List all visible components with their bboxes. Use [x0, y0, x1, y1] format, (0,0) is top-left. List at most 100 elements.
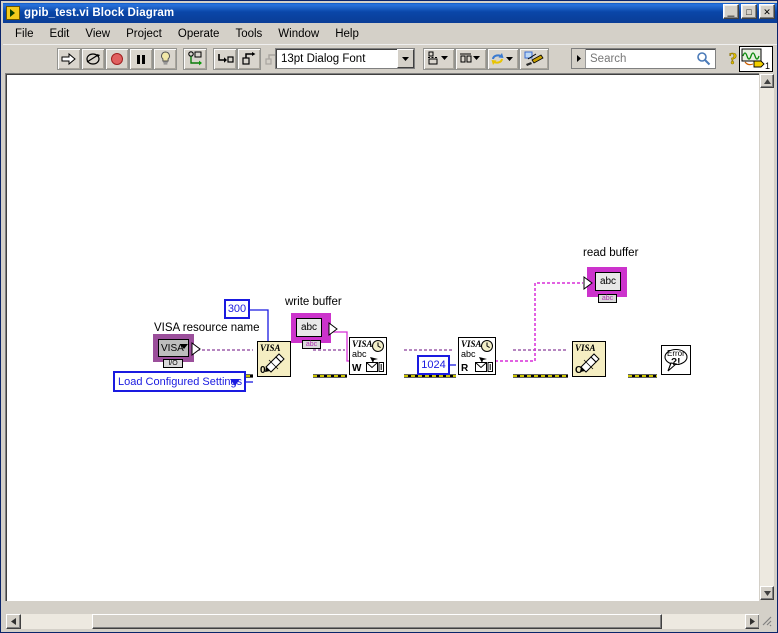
resize-grip-icon [762, 616, 772, 627]
chevron-right-icon [577, 55, 581, 62]
visa-read-title: VISA [461, 339, 482, 349]
font-selector[interactable]: 13pt Dialog Font [275, 48, 415, 69]
terminal-output-arrow-icon [328, 322, 338, 336]
search-box[interactable]: Search [571, 48, 716, 69]
pause-icon [137, 54, 145, 64]
visa-write-title: VISA [352, 339, 373, 349]
menu-file[interactable]: File [7, 26, 42, 42]
dropdown-arrow-icon[interactable] [180, 343, 188, 351]
visa-resource-name-label: VISA resource name [154, 322, 260, 334]
run-continuously-icon [85, 52, 100, 65]
read-buffer-indicator[interactable]: abc abc [583, 267, 629, 303]
visa-resource-type-label: I/O [163, 359, 183, 368]
read-buffer-terminal-value: abc [595, 272, 621, 291]
scroll-up-button[interactable] [760, 74, 774, 88]
retain-wire-values-icon [187, 51, 202, 66]
window-title: gpib_test.vi Block Diagram [24, 7, 175, 19]
resize-objects-button[interactable] [519, 47, 549, 70]
triangle-left-icon [11, 618, 16, 625]
run-button[interactable] [57, 47, 81, 70]
run-arrow-icon [61, 52, 76, 65]
magnifier-icon[interactable] [696, 51, 711, 66]
pause-button[interactable] [129, 47, 153, 70]
horizontal-scroll-thumb[interactable] [92, 614, 662, 629]
distribute-objects-icon [460, 53, 480, 63]
visa-configure-title: VISA [260, 343, 281, 353]
toolbar: 13pt Dialog Font Search ? 1 [3, 44, 777, 72]
vi-title-icon [6, 6, 20, 20]
enum-dropdown-arrow-icon[interactable] [230, 379, 240, 386]
step-into-icon [217, 53, 234, 63]
vi-icon-pane[interactable]: 1 [739, 46, 773, 72]
block-diagram-canvas[interactable]: VISA resource name write buffer read buf… [5, 73, 761, 601]
visa-configure-serial-port-vi[interactable]: VISA 0 [257, 341, 291, 377]
maximize-button[interactable]: □ [741, 4, 757, 19]
visa-write-sub: abc [352, 349, 367, 359]
vi-icon-number: 1 [764, 61, 770, 71]
timeout-constant[interactable]: 300 [224, 299, 250, 319]
visa-write-char: W [352, 363, 362, 374]
vertical-scrollbar[interactable] [759, 73, 775, 601]
init-mode-enum-constant[interactable]: Load Configured Settings [113, 371, 246, 392]
resize-objects-icon [524, 51, 544, 66]
menu-window[interactable]: Window [270, 26, 327, 42]
terminal-input-arrow-icon [583, 276, 593, 290]
triangle-up-icon [763, 78, 771, 84]
menu-edit[interactable]: Edit [42, 26, 78, 42]
scroll-left-button[interactable] [6, 614, 21, 629]
read-buffer-label: read buffer [583, 247, 639, 259]
search-input-placeholder[interactable]: Search [586, 53, 626, 65]
visa-read-char: R [461, 363, 469, 374]
run-continuously-button[interactable] [81, 47, 105, 70]
visa-read-sub: abc [461, 349, 476, 359]
menu-help[interactable]: Help [327, 26, 367, 42]
byte-count-constant[interactable]: 1024 [417, 355, 450, 375]
init-mode-enum-value: Load Configured Settings [118, 375, 243, 388]
menu-bar: File Edit View Project Operate Tools Win… [3, 23, 777, 44]
scroll-down-button[interactable] [760, 586, 774, 600]
close-button[interactable]: ✕ [759, 4, 775, 19]
visa-close-vi[interactable]: VISA C [572, 341, 606, 377]
font-dropdown-arrow[interactable] [397, 49, 414, 68]
retain-wire-values-button[interactable] [183, 47, 207, 70]
message-envelope-icon [366, 362, 384, 372]
window-controls: _ □ ✕ [723, 4, 775, 19]
visa-configure-char: 0 [260, 365, 266, 376]
help-question-icon: ? [728, 49, 738, 69]
write-buffer-type-label: abc [302, 340, 321, 349]
step-into-button[interactable] [213, 47, 237, 70]
read-buffer-type-label: abc [598, 294, 617, 303]
visa-write-vi[interactable]: VISA abc W [349, 337, 387, 375]
reorder-icon [491, 52, 513, 65]
scroll-right-button[interactable] [745, 614, 760, 629]
write-buffer-terminal-value: abc [296, 318, 322, 337]
menu-project[interactable]: Project [118, 26, 170, 42]
vi-connector-icon [741, 48, 765, 68]
write-buffer-label: write buffer [285, 296, 342, 308]
simple-error-handler-vi[interactable]: Error ?! [661, 345, 691, 375]
minimize-icon: _ [727, 3, 735, 17]
minimize-button[interactable]: _ [723, 4, 739, 19]
abort-execution-button[interactable] [105, 47, 129, 70]
write-buffer-control[interactable]: abc abc [291, 313, 338, 349]
step-over-icon [241, 51, 255, 65]
triangle-down-icon [763, 590, 771, 596]
hand-writing-icon [265, 353, 285, 373]
triangle-right-icon [750, 618, 755, 625]
menu-view[interactable]: View [77, 26, 118, 42]
menu-operate[interactable]: Operate [170, 26, 228, 42]
message-envelope-icon [475, 362, 493, 372]
hand-writing-icon [580, 353, 600, 373]
resize-grip[interactable] [759, 613, 775, 630]
search-dropdown-arrow[interactable] [572, 49, 586, 68]
visa-read-vi[interactable]: VISA abc R [458, 337, 496, 375]
align-objects-button[interactable] [423, 47, 455, 70]
horizontal-scrollbar[interactable] [5, 613, 761, 630]
distribute-objects-button[interactable] [455, 47, 487, 70]
reorder-button[interactable] [487, 47, 519, 70]
visa-close-char: C [575, 365, 583, 376]
step-over-button[interactable] [237, 47, 261, 70]
visa-resource-name-control[interactable]: VISA I/O [153, 334, 201, 368]
menu-tools[interactable]: Tools [227, 26, 270, 42]
highlight-execution-button[interactable] [153, 47, 177, 70]
